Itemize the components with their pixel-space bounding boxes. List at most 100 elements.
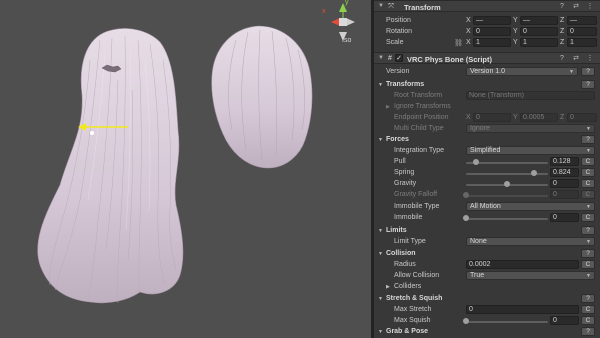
chevron-down-icon: ▼: [586, 273, 591, 279]
fold-arrow-icon[interactable]: ▼: [378, 82, 383, 88]
version-dropdown[interactable]: Version 1.0 ▼: [466, 67, 578, 76]
preset-icon[interactable]: ⇄: [572, 54, 580, 63]
stretch-help-button[interactable]: ?: [581, 294, 595, 303]
transforms-section-header[interactable]: ▼ Transforms ?: [374, 80, 600, 91]
constrain-proportions-icon[interactable]: ⛓: [454, 39, 463, 47]
endpoint-x-field[interactable]: 0: [473, 113, 511, 122]
immobile-type-dropdown[interactable]: All Motion ▼: [466, 202, 595, 211]
fold-arrow-icon[interactable]: ▼: [378, 3, 384, 9]
physbone-title: VRC Phys Bone (Script): [407, 55, 493, 64]
position-z-field[interactable]: —: [567, 16, 597, 25]
immobile-curve-button[interactable]: C: [581, 213, 595, 222]
projection-label[interactable]: Iso: [342, 37, 351, 44]
axis-x-label: X: [466, 39, 471, 46]
max-stretch-field[interactable]: 0: [466, 305, 579, 314]
ignore-transforms-row[interactable]: ▶ Ignore Transforms: [374, 102, 600, 113]
rotation-label: Rotation: [386, 28, 413, 35]
gizmo-x-label: x: [322, 8, 326, 15]
pull-field[interactable]: 0.128: [550, 157, 579, 166]
pull-slider-thumb[interactable]: [473, 159, 480, 165]
gravity-falloff-curve-button[interactable]: C: [581, 190, 595, 199]
fold-arrow-icon[interactable]: ▶: [386, 284, 390, 290]
fold-arrow-icon[interactable]: ▼: [378, 55, 384, 61]
help-icon[interactable]: ?: [558, 2, 566, 11]
axis-y-label: Y: [513, 28, 518, 35]
fold-arrow-icon[interactable]: ▼: [378, 137, 383, 143]
allow-collision-dropdown[interactable]: True ▼: [466, 271, 595, 280]
integration-type-dropdown[interactable]: Simplified ▼: [466, 146, 595, 155]
endpoint-z-field[interactable]: 0: [567, 113, 597, 122]
root-transform-field[interactable]: None (Transform): [466, 91, 595, 100]
max-squish-field[interactable]: 0: [550, 316, 579, 325]
collision-section-header[interactable]: ▼ Collision ?: [374, 249, 600, 260]
spring-field[interactable]: 0.824: [550, 168, 579, 177]
endpoint-y-field[interactable]: 0.0005: [520, 113, 558, 122]
immobile-slider-thumb[interactable]: [463, 215, 469, 221]
rotation-row: Rotation X 0 Y 0 Z 0: [374, 27, 600, 38]
collision-help-button[interactable]: ?: [581, 249, 595, 258]
forces-help-button[interactable]: ?: [581, 135, 595, 144]
gravity-curve-button[interactable]: C: [581, 179, 595, 188]
gravity-slider-thumb[interactable]: [504, 181, 510, 187]
position-y-field[interactable]: —: [520, 16, 558, 25]
gravity-falloff-slider-thumb[interactable]: [463, 192, 469, 198]
rotation-y-field[interactable]: 0: [520, 27, 558, 36]
scale-row: Scale ⛓ X 1 Y 1 Z 1: [374, 38, 600, 49]
chevron-down-icon: ▼: [586, 126, 591, 132]
gravity-falloff-slider-track[interactable]: [466, 195, 548, 197]
axis-z-label: Z: [560, 17, 565, 24]
limit-type-row: Limit Type None ▼: [374, 237, 600, 248]
max-squish-slider-track[interactable]: [466, 321, 548, 323]
transforms-help-button[interactable]: ?: [581, 80, 595, 89]
kebab-menu-icon[interactable]: ⋮: [586, 54, 594, 63]
gravity-field[interactable]: 0: [550, 179, 579, 188]
physbone-header[interactable]: ▼ # ✓ VRC Phys Bone (Script) ? ⇄ ⋮: [374, 52, 600, 64]
stretch-section-header[interactable]: ▼ Stretch & Squish ?: [374, 294, 600, 305]
rotation-x-field[interactable]: 0: [473, 27, 511, 36]
immobile-field[interactable]: 0: [550, 213, 579, 222]
multi-child-dropdown[interactable]: Ignore ▼: [466, 124, 595, 133]
fold-arrow-icon[interactable]: ▼: [378, 251, 383, 257]
kebab-menu-icon[interactable]: ⋮: [586, 2, 594, 11]
radius-field[interactable]: 0.0002: [466, 260, 579, 269]
max-squish-curve-button[interactable]: C: [581, 316, 595, 325]
fold-arrow-icon[interactable]: ▼: [378, 296, 383, 302]
max-squish-slider-thumb[interactable]: [463, 318, 469, 324]
pull-curve-button[interactable]: C: [581, 157, 595, 166]
multi-child-row: Multi Child Type Ignore ▼: [374, 124, 600, 135]
gizmo-y-label: y: [345, 0, 349, 6]
max-stretch-label: Max Stretch: [394, 306, 432, 313]
scale-z-field[interactable]: 1: [567, 38, 597, 47]
max-stretch-curve-button[interactable]: C: [581, 305, 595, 314]
scene-view[interactable]: x y Iso: [0, 0, 371, 338]
limit-type-dropdown[interactable]: None ▼: [466, 237, 595, 246]
fold-arrow-icon[interactable]: ▶: [386, 104, 390, 110]
integration-type-label: Integration Type: [394, 147, 445, 154]
radius-curve-button[interactable]: C: [581, 260, 595, 269]
gravity-row: Gravity 0 C: [374, 179, 600, 190]
spring-slider-thumb[interactable]: [530, 170, 537, 176]
gravity-falloff-field[interactable]: 0: [550, 190, 579, 199]
axis-z-label: Z: [560, 39, 565, 46]
fold-arrow-icon[interactable]: ▼: [378, 228, 383, 234]
colliders-row[interactable]: ▶ Colliders: [374, 282, 600, 293]
help-icon[interactable]: ?: [558, 54, 566, 63]
transform-header[interactable]: ▼ ⤧ Transform ? ⇄ ⋮: [374, 0, 600, 12]
preset-icon[interactable]: ⇄: [572, 2, 580, 11]
limits-help-button[interactable]: ?: [581, 226, 595, 235]
spring-curve-button[interactable]: C: [581, 168, 595, 177]
component-enabled-checkbox[interactable]: ✓: [395, 54, 403, 62]
fold-arrow-icon[interactable]: ▼: [378, 329, 383, 335]
version-help-button[interactable]: ?: [581, 67, 595, 76]
forces-section-header[interactable]: ▼ Forces ?: [374, 135, 600, 146]
rotation-z-field[interactable]: 0: [567, 27, 597, 36]
grab-help-button[interactable]: ?: [581, 327, 595, 336]
scale-x-field[interactable]: 1: [473, 38, 511, 47]
scale-y-field[interactable]: 1: [520, 38, 558, 47]
limits-section-header[interactable]: ▼ Limits ?: [374, 226, 600, 237]
immobile-slider-track[interactable]: [466, 218, 548, 220]
position-x-field[interactable]: —: [473, 16, 511, 25]
allow-collision-row: Allow Collision True ▼: [374, 271, 600, 282]
grab-section-header[interactable]: ▼ Grab & Pose ?: [374, 327, 600, 338]
scene-orientation-gizmo[interactable]: x y: [318, 0, 362, 44]
